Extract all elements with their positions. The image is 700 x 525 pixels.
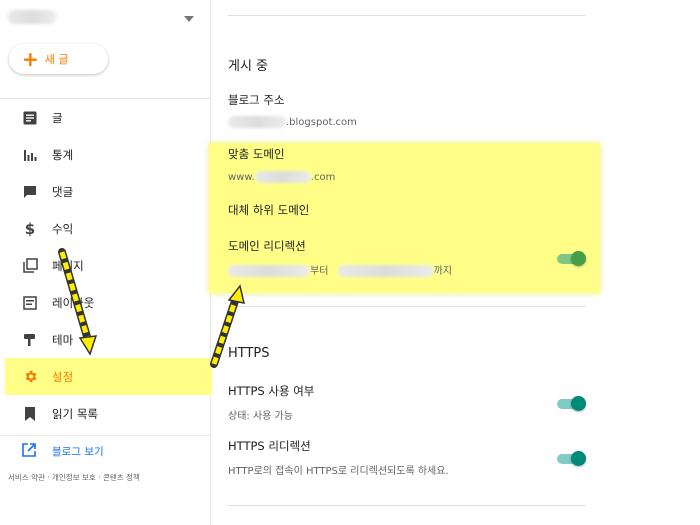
https-availability-toggle[interactable]: [557, 396, 587, 411]
https-section-title: HTTPS: [228, 346, 270, 361]
sidebar-item-layout[interactable]: 레이아웃: [0, 284, 211, 321]
https-redirect-label: HTTPS 리디렉션: [228, 439, 311, 453]
divider: [228, 15, 586, 16]
redirect-from-suffix: 부터: [310, 266, 329, 277]
sidebar-item-theme[interactable]: 테마: [0, 321, 211, 358]
view-blog-label: 블로그 보기: [52, 446, 104, 458]
https-availability-status: 상태: 사용 가능: [228, 411, 293, 422]
redirect-to-suffix: 까지: [433, 266, 452, 277]
theme-icon: [22, 332, 38, 348]
stats-icon: [22, 147, 38, 163]
custom-domain-label[interactable]: 맞춤 도메인: [228, 146, 285, 162]
https-availability-label: HTTPS 사용 여부: [228, 384, 315, 398]
sidebar-item-label: 댓글: [52, 184, 74, 199]
blurred-blog-name: [8, 10, 56, 24]
sidebar-item-label: 페이지: [52, 258, 84, 273]
layout-icon: [22, 295, 38, 311]
custom-domain-prefix: www.: [228, 172, 255, 183]
sidebar-item-label: 글: [52, 110, 63, 125]
domain-redirect-desc: 부터 까지: [228, 262, 452, 277]
settings-icon: [22, 369, 38, 385]
pages-icon: [22, 258, 38, 274]
new-post-button[interactable]: + 새 글: [9, 44, 108, 74]
sidebar-item-earnings[interactable]: $ 수익: [0, 210, 211, 247]
sidebar-item-comments[interactable]: 댓글: [0, 173, 211, 210]
footer-links[interactable]: 서비스 약관 · 개인정보 보호 · 콘텐츠 정책: [8, 472, 140, 483]
blurred-address: [228, 116, 286, 128]
blog-address-suffix: .blogspot.com: [286, 117, 357, 128]
custom-domain-suffix: .com: [310, 172, 336, 183]
custom-domain-value: www. .com: [228, 171, 335, 183]
new-post-label: 새 글: [44, 53, 69, 66]
sidebar-item-label: 수익: [52, 221, 74, 236]
sidebar-item-label: 읽기 목록: [52, 406, 98, 421]
external-link-icon: [22, 443, 36, 460]
earnings-icon: $: [24, 219, 36, 238]
blurred-from-domain: [228, 265, 310, 277]
blog-selector[interactable]: [8, 6, 198, 28]
divider: [228, 505, 586, 506]
comments-icon: [22, 184, 38, 200]
sidebar-item-label: 통계: [52, 147, 74, 162]
view-blog-link[interactable]: 블로그 보기: [0, 435, 211, 467]
posts-icon: [22, 110, 38, 126]
publishing-section-title: 게시 중: [228, 59, 269, 74]
chevron-down-icon[interactable]: [184, 16, 194, 22]
domain-redirect-label: 도메인 리디렉션: [228, 239, 306, 253]
sidebar-item-settings[interactable]: 설정: [5, 358, 212, 395]
sidebar-item-posts[interactable]: 글: [0, 99, 211, 136]
sidebar-item-label: 테마: [52, 332, 74, 347]
sidebar-item-label: 레이아웃: [52, 295, 95, 310]
sidebar-item-pages[interactable]: 페이지: [0, 247, 211, 284]
domain-redirect-toggle[interactable]: [557, 251, 587, 266]
divider: [228, 306, 586, 307]
sidebar: + 새 글 글 통계 댓글 $ 수익 페이지 레이아웃 테마 설정 읽기 목록 …: [0, 0, 212, 525]
fallback-subdomain-label[interactable]: 대체 하위 도메인: [228, 202, 309, 218]
blurred-domain: [254, 171, 311, 183]
https-redirect-toggle[interactable]: [557, 451, 587, 466]
https-redirect-desc: HTTP로의 접속이 HTTPS로 리디렉션되도록 하세요.: [228, 466, 449, 477]
plus-icon: +: [22, 47, 39, 71]
blog-address-label[interactable]: 블로그 주소: [228, 92, 285, 108]
sidebar-item-reading-list[interactable]: 읽기 목록: [0, 395, 211, 432]
sidebar-nav: 글 통계 댓글 $ 수익 페이지 레이아웃 테마 설정 읽기 목록 블로그 보기: [0, 98, 212, 467]
blog-address-value: .blogspot.com: [228, 116, 357, 128]
reading-list-icon: [22, 406, 38, 422]
sidebar-item-stats[interactable]: 통계: [0, 136, 211, 173]
blurred-to-domain: [337, 265, 434, 277]
sidebar-item-label: 설정: [52, 369, 74, 384]
